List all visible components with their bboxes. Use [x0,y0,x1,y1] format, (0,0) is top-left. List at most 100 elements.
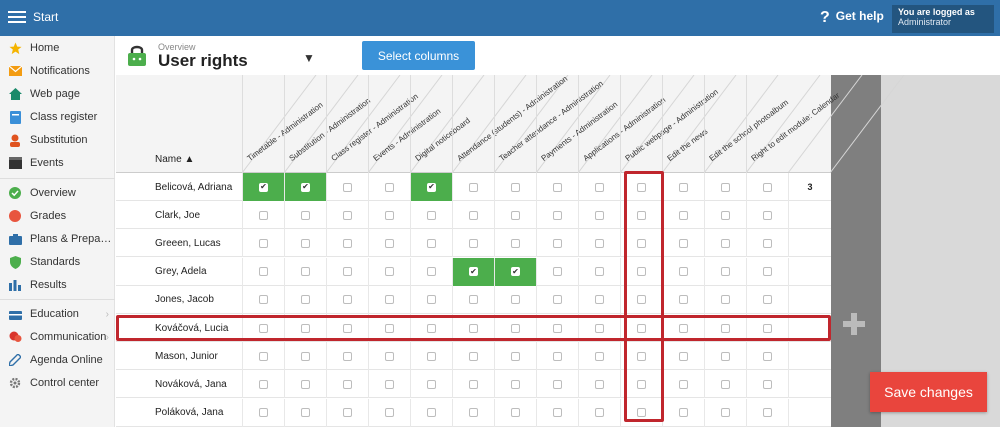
checkbox[interactable] [721,408,730,418]
checkbox[interactable] [511,182,520,192]
checkbox[interactable] [343,295,352,305]
checkbox[interactable] [595,379,604,389]
sidebar-item-web-page[interactable]: Web page [0,83,115,105]
sidebar-item-results[interactable]: Results [0,274,115,296]
sidebar-item-events[interactable]: Events [0,152,115,174]
checkbox[interactable] [595,210,604,220]
sidebar-item-agenda-online[interactable]: Agenda Online [0,349,115,371]
checkbox[interactable] [679,182,688,192]
checkbox[interactable] [763,295,772,305]
checkbox[interactable] [763,238,772,248]
checkbox[interactable] [343,379,352,389]
hamburger-menu-icon[interactable] [8,8,26,26]
checkbox[interactable] [427,295,436,305]
plus-icon[interactable] [843,313,865,335]
column-header[interactable]: Substitution - Administration [284,75,372,173]
sidebar-item-substitution[interactable]: Substitution [0,129,115,151]
checkbox[interactable] [721,238,730,248]
checkbox[interactable] [553,238,562,248]
checkbox[interactable] [511,210,520,220]
sidebar-item-notifications[interactable]: Notifications [0,60,115,82]
checkbox[interactable] [553,351,562,361]
checkbox[interactable] [385,210,394,220]
checkbox[interactable] [721,295,730,305]
column-header[interactable]: Payments - Administration [536,75,619,173]
checkbox-checked[interactable]: ✔ [301,182,310,192]
column-header[interactable]: Class register - Administration [326,75,420,173]
checkbox[interactable] [343,182,352,192]
checkbox[interactable] [595,295,604,305]
checkbox[interactable] [427,210,436,220]
checkbox[interactable] [511,379,520,389]
checkbox[interactable] [301,351,310,361]
checkbox[interactable] [427,408,436,418]
column-header[interactable]: Events - Administration [368,75,442,173]
checkbox[interactable] [721,182,730,192]
checkbox[interactable] [763,267,772,277]
checkbox[interactable] [511,238,520,248]
caret-down-icon[interactable]: ▼ [303,51,315,65]
checkbox[interactable] [259,351,268,361]
checkbox[interactable] [721,351,730,361]
app-title[interactable]: Start [33,10,58,24]
checkbox[interactable] [469,182,478,192]
column-header[interactable]: Attendance (students) - Administration [452,74,569,173]
sidebar-item-control-center[interactable]: Control center [0,372,115,394]
checkbox[interactable] [595,182,604,192]
sidebar-item-grades[interactable]: Grades [0,205,115,227]
checkbox[interactable] [385,238,394,248]
sidebar-item-communication[interactable]: Communication › [0,326,115,348]
sidebar-item-class-register[interactable]: Class register [0,106,115,128]
checkbox[interactable] [679,210,688,220]
checkbox[interactable] [385,351,394,361]
select-columns-button[interactable]: Select columns [362,41,475,70]
checkbox-checked[interactable]: ✔ [469,267,478,277]
checkbox[interactable] [301,267,310,277]
column-header[interactable]: Public webpage - Administration [620,75,720,173]
column-header[interactable]: Right to edit module: Calendar [746,75,841,173]
get-help-link[interactable]: ? Get help [820,9,884,27]
checkbox[interactable] [553,379,562,389]
checkbox[interactable] [385,295,394,305]
checkbox[interactable] [427,351,436,361]
save-changes-button[interactable]: Save changes [870,372,987,412]
checkbox[interactable] [301,408,310,418]
sidebar-item-standards[interactable]: Standards [0,251,115,273]
checkbox[interactable] [679,295,688,305]
checkbox[interactable] [427,267,436,277]
checkbox[interactable] [385,267,394,277]
checkbox[interactable] [259,408,268,418]
checkbox[interactable] [259,210,268,220]
user-info[interactable]: You are logged as Administrator [892,5,994,33]
checkbox[interactable] [721,379,730,389]
checkbox[interactable] [343,267,352,277]
checkbox[interactable] [469,295,478,305]
checkbox[interactable] [469,379,478,389]
checkbox[interactable] [763,379,772,389]
sidebar-item-education[interactable]: Education › [0,303,115,325]
sidebar-item-plans[interactable]: Plans & Prepar... [0,228,115,250]
checkbox[interactable] [679,267,688,277]
checkbox-checked[interactable]: ✔ [427,182,436,192]
column-header[interactable]: Teacher attendance - Administration [494,75,605,173]
checkbox[interactable] [511,408,520,418]
checkbox[interactable] [469,238,478,248]
checkbox[interactable] [259,267,268,277]
checkbox[interactable] [763,408,772,418]
checkbox[interactable] [469,351,478,361]
checkbox[interactable] [721,210,730,220]
checkbox[interactable] [259,295,268,305]
checkbox[interactable] [343,238,352,248]
checkbox[interactable] [679,379,688,389]
checkbox-checked[interactable]: ✔ [259,182,268,192]
checkbox[interactable] [553,182,562,192]
checkbox[interactable] [343,408,352,418]
checkbox[interactable] [553,267,562,277]
checkbox[interactable] [343,210,352,220]
checkbox[interactable] [259,238,268,248]
checkbox[interactable] [553,295,562,305]
checkbox[interactable] [679,408,688,418]
column-header[interactable]: Digital noticeboard [410,75,472,173]
checkbox[interactable] [595,408,604,418]
checkbox[interactable] [679,351,688,361]
